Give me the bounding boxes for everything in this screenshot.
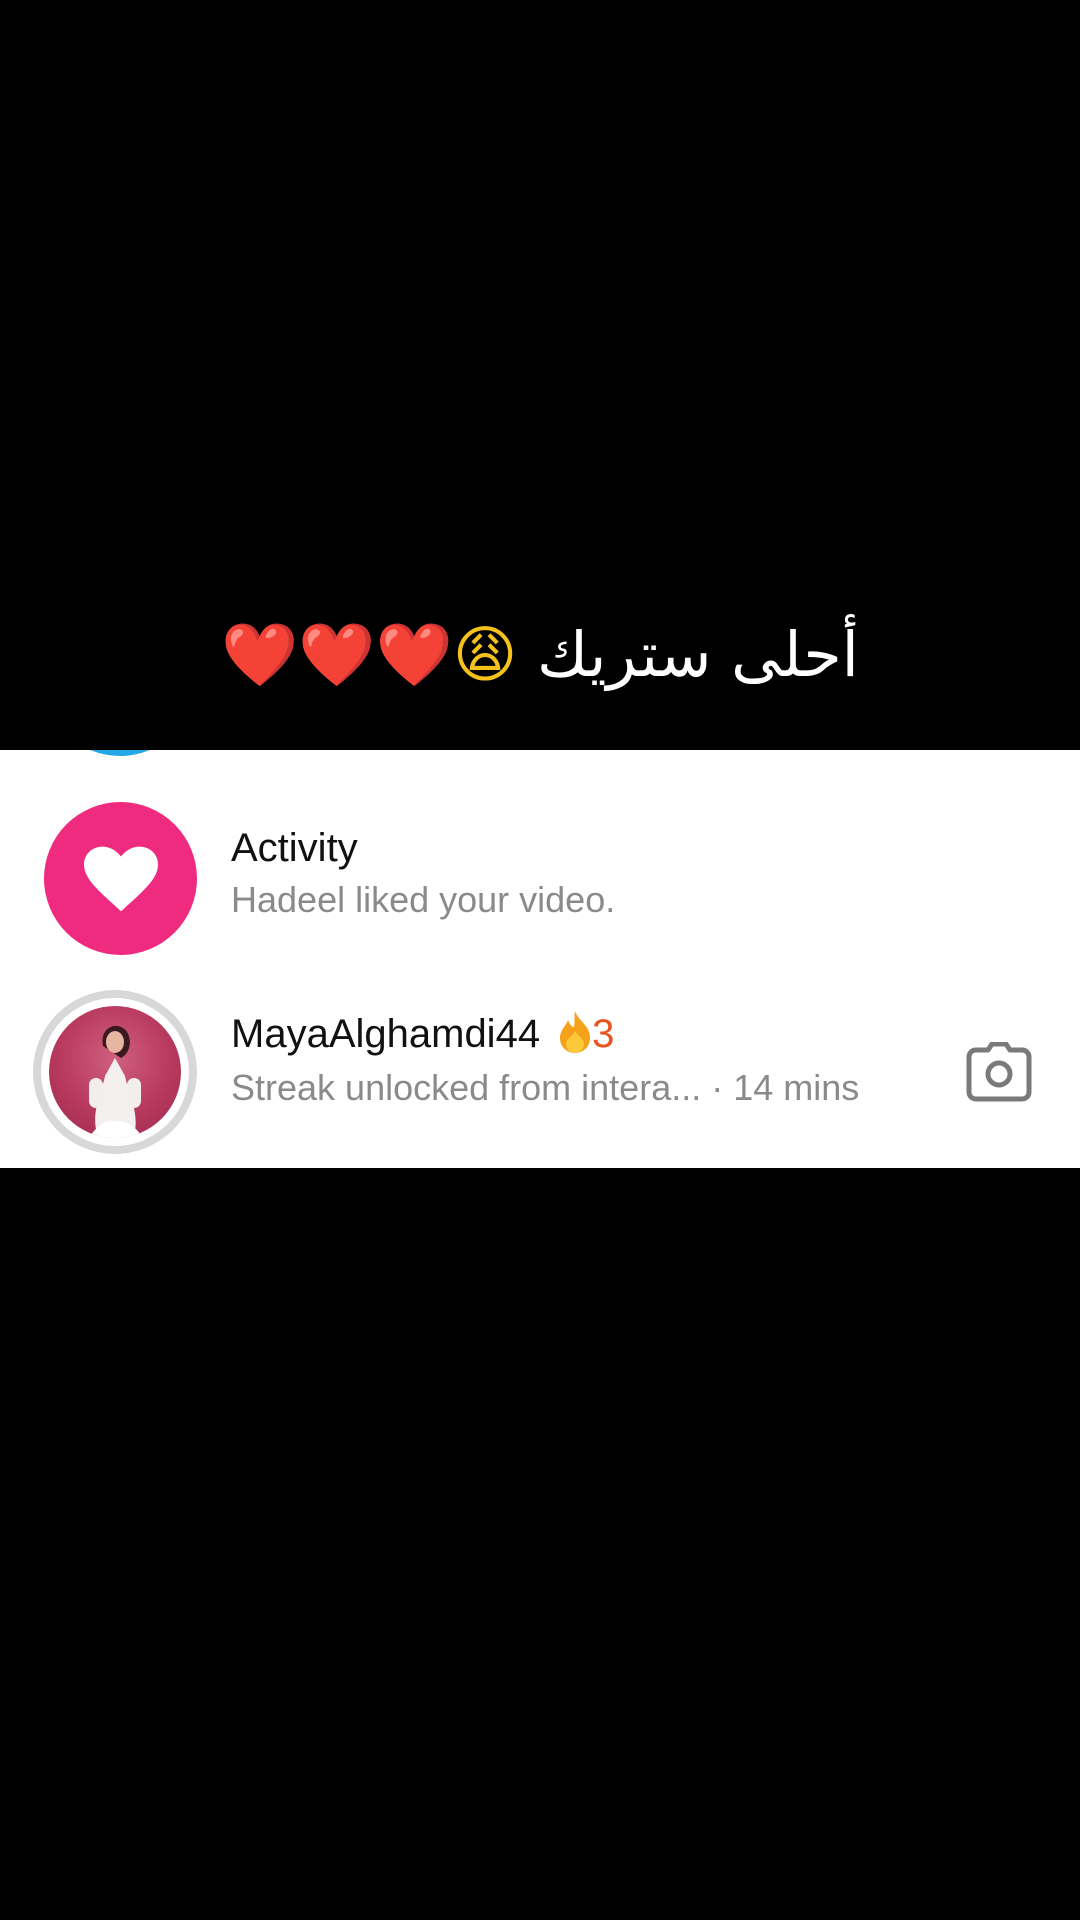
weary-face-emoji: 😩 [452, 618, 518, 691]
camera-icon [966, 1041, 1032, 1102]
video-caption: ❤️❤️❤️😩 أحلى ستريك [0, 610, 1080, 700]
chat-row[interactable]: MayaAlghamdi44 3 Streak unlocked from int… [0, 990, 1080, 1168]
chat-preview: Streak unlocked from intera... [231, 1067, 702, 1108]
chat-username-line: MayaAlghamdi44 3 [231, 1010, 614, 1064]
avatar-photo [49, 1006, 181, 1138]
activity-row[interactable]: Activity Hadeel liked your video. [0, 802, 1080, 956]
activity-subtitle: Hadeel liked your video. [231, 879, 616, 920]
activity-avatar [44, 802, 197, 955]
partial-avatar [44, 750, 196, 756]
chat-time: · 14 mins [711, 1067, 860, 1108]
streak-count: 3 [592, 1012, 615, 1056]
chat-preview-line: Streak unlocked from intera... · 14 mins [231, 1066, 859, 1110]
caption-text: أحلى ستريك [537, 618, 859, 691]
avatar-frame [41, 998, 189, 1146]
video-screen: ❤️❤️❤️😩 أحلى ستريك Activity Hadeel liked… [0, 0, 1080, 1920]
chat-username: MayaAlghamdi44 [231, 1012, 541, 1056]
inbox-panel: Activity Hadeel liked your video. MayaAl… [0, 750, 1080, 1168]
avatar[interactable] [33, 990, 197, 1154]
activity-title: Activity [231, 826, 358, 870]
camera-button[interactable] [966, 1041, 1032, 1102]
person-photo-icon [89, 1025, 143, 1138]
flame-icon [558, 1011, 592, 1064]
hearts-emoji: ❤️❤️❤️ [221, 618, 453, 691]
heart-icon [83, 846, 158, 911]
